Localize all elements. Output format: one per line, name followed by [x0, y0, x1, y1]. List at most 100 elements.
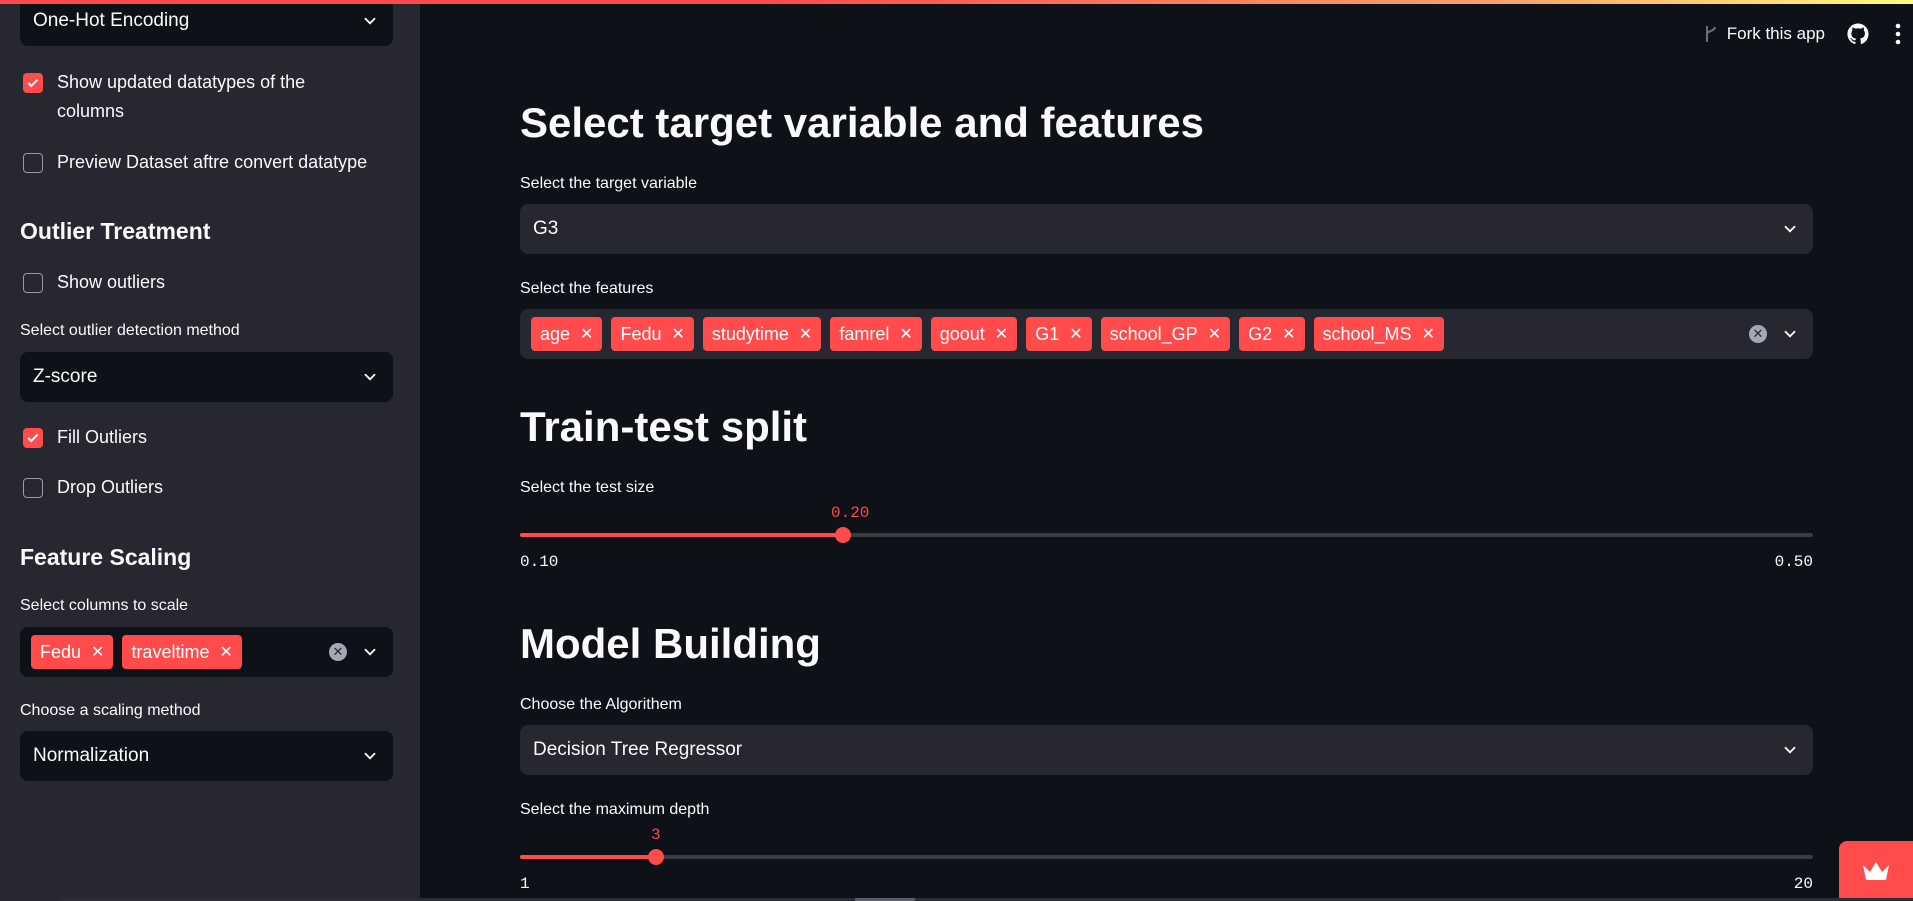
- features-label: Select the features: [520, 280, 654, 297]
- tag-studytime[interactable]: studytime ✕: [702, 317, 822, 351]
- slider-fill: [520, 855, 656, 859]
- target-variable-select[interactable]: G3: [520, 204, 1813, 254]
- close-icon[interactable]: ✕: [91, 642, 104, 662]
- show-updated-datatypes-checkbox[interactable]: Show updated datatypes of the columns: [23, 68, 383, 126]
- tag-school-gp[interactable]: school_GP ✕: [1100, 317, 1231, 351]
- close-icon[interactable]: ✕: [671, 324, 684, 344]
- target-variable-value: G3: [533, 218, 559, 239]
- tag-famrel[interactable]: famrel ✕: [830, 317, 922, 351]
- tag-traveltime[interactable]: traveltime ✕: [122, 635, 242, 669]
- tag-label: G2: [1248, 323, 1273, 344]
- show-updated-datatypes-label: Show updated datatypes of the columns: [57, 72, 306, 121]
- target-section-title: Select target variable and features: [520, 99, 1204, 146]
- tag-label: school_GP: [1109, 323, 1198, 344]
- outlier-method-value: Z-score: [33, 366, 98, 387]
- tag-g2[interactable]: G2 ✕: [1239, 317, 1305, 351]
- tag-label: Fedu: [620, 323, 662, 344]
- streamlit-cloud-button[interactable]: [1839, 841, 1913, 901]
- tag-label: traveltime: [131, 641, 210, 662]
- encoding-select-value: One-Hot Encoding: [33, 10, 190, 31]
- slider-track[interactable]: [520, 855, 1813, 859]
- features-multiselect[interactable]: age ✕ Fedu ✕ studytime ✕ famrel ✕ goout ✕ G1 ✕…: [520, 309, 1813, 359]
- sidebar: One-Hot Encoding Show updated datatypes …: [0, 0, 420, 901]
- chevron-down-icon: [1784, 746, 1796, 754]
- target-variable-label: Select the target variable: [520, 175, 697, 192]
- chevron-down-icon: [364, 752, 376, 760]
- fill-outliers-label: Fill Outliers: [57, 427, 148, 447]
- fork-app-button[interactable]: Fork this app: [1703, 24, 1825, 44]
- close-icon[interactable]: ✕: [1282, 324, 1295, 344]
- algorithm-select[interactable]: Decision Tree Regressor: [520, 725, 1813, 775]
- preview-dataset-checkbox[interactable]: Preview Dataset aftre convert datatype: [23, 148, 393, 177]
- top-decoration-bar: [0, 0, 1913, 4]
- max-depth-label: Select the maximum depth: [520, 801, 710, 818]
- model-section-title: Model Building: [520, 620, 821, 667]
- chevron-down-icon: [1784, 225, 1796, 233]
- checkbox-checked-icon: [23, 428, 43, 448]
- close-icon[interactable]: ✕: [899, 324, 912, 344]
- tag-goout[interactable]: goout ✕: [930, 317, 1018, 351]
- tag-g1[interactable]: G1 ✕: [1026, 317, 1092, 351]
- algorithm-value: Decision Tree Regressor: [533, 739, 743, 760]
- test-size-slider[interactable]: 0.20 0.10 0.50: [520, 500, 1813, 571]
- tag-label: goout: [939, 323, 985, 344]
- preview-dataset-label: Preview Dataset aftre convert datatype: [57, 152, 368, 172]
- close-icon[interactable]: ✕: [219, 642, 232, 662]
- github-icon[interactable]: [1847, 23, 1869, 45]
- max-depth-value: 3: [651, 826, 661, 844]
- tag-label: G1: [1035, 323, 1060, 344]
- tag-label: age: [540, 323, 571, 344]
- header-actions: Fork this app: [1703, 22, 1913, 46]
- checkbox-unchecked-icon: [23, 273, 43, 293]
- drop-outliers-label: Drop Outliers: [57, 477, 164, 497]
- slider-thumb[interactable]: [648, 849, 664, 865]
- close-icon[interactable]: ✕: [1069, 324, 1082, 344]
- encoding-select[interactable]: One-Hot Encoding: [20, 0, 393, 46]
- chevron-down-icon: [364, 373, 376, 381]
- outlier-method-label: Select outlier detection method: [20, 322, 240, 339]
- tag-age[interactable]: age ✕: [531, 317, 603, 351]
- tag-fedu[interactable]: Fedu ✕: [31, 635, 114, 669]
- checkbox-checked-icon: [23, 73, 43, 93]
- close-icon[interactable]: ✕: [1208, 324, 1221, 344]
- clear-icon[interactable]: ✕: [329, 643, 347, 661]
- scaling-method-value: Normalization: [33, 745, 150, 766]
- test-size-value: 0.20: [831, 504, 870, 522]
- max-depth-slider[interactable]: 3 1 20: [520, 822, 1813, 901]
- test-size-min: 0.10: [520, 553, 559, 571]
- tag-label: Fedu: [40, 641, 82, 662]
- fill-outliers-checkbox[interactable]: Fill Outliers: [23, 423, 147, 452]
- checkbox-unchecked-icon: [23, 153, 43, 173]
- scale-columns-multiselect[interactable]: Fedu ✕ traveltime ✕ ✕: [20, 627, 393, 677]
- split-section-title: Train-test split: [520, 403, 808, 450]
- scale-columns-label: Select columns to scale: [20, 597, 189, 614]
- close-icon[interactable]: ✕: [995, 324, 1008, 344]
- checkbox-unchecked-icon: [23, 478, 43, 498]
- scaling-method-label: Choose a scaling method: [20, 702, 201, 719]
- slider-thumb[interactable]: [835, 527, 851, 543]
- kebab-menu-icon[interactable]: [1895, 23, 1901, 45]
- close-icon[interactable]: ✕: [1422, 324, 1435, 344]
- close-icon[interactable]: ✕: [580, 324, 593, 344]
- drop-outliers-checkbox[interactable]: Drop Outliers: [23, 473, 163, 502]
- chevron-down-icon: [364, 17, 376, 25]
- chevron-down-icon[interactable]: [1781, 325, 1799, 343]
- test-size-max: 0.50: [1774, 553, 1813, 571]
- fork-app-label: Fork this app: [1726, 24, 1825, 43]
- test-size-label: Select the test size: [520, 479, 655, 496]
- chevron-down-icon[interactable]: [361, 643, 379, 661]
- close-icon[interactable]: ✕: [799, 324, 812, 344]
- outlier-method-select[interactable]: Z-score: [20, 352, 393, 402]
- tag-fedu[interactable]: Fedu ✕: [611, 317, 694, 351]
- tag-school-ms[interactable]: school_MS ✕: [1313, 317, 1444, 351]
- main-content: Fork this app Select target variable and…: [420, 0, 1913, 901]
- show-outliers-checkbox[interactable]: Show outliers: [23, 268, 165, 297]
- tag-label: school_MS: [1322, 323, 1412, 344]
- scaling-method-select[interactable]: Normalization: [20, 731, 393, 781]
- slider-fill: [520, 533, 843, 537]
- crown-icon: [1863, 862, 1889, 880]
- clear-icon[interactable]: ✕: [1749, 325, 1767, 343]
- outlier-treatment-heading: Outlier Treatment: [20, 218, 211, 244]
- show-outliers-label: Show outliers: [57, 272, 166, 292]
- algorithm-label: Choose the Algorithem: [520, 696, 682, 713]
